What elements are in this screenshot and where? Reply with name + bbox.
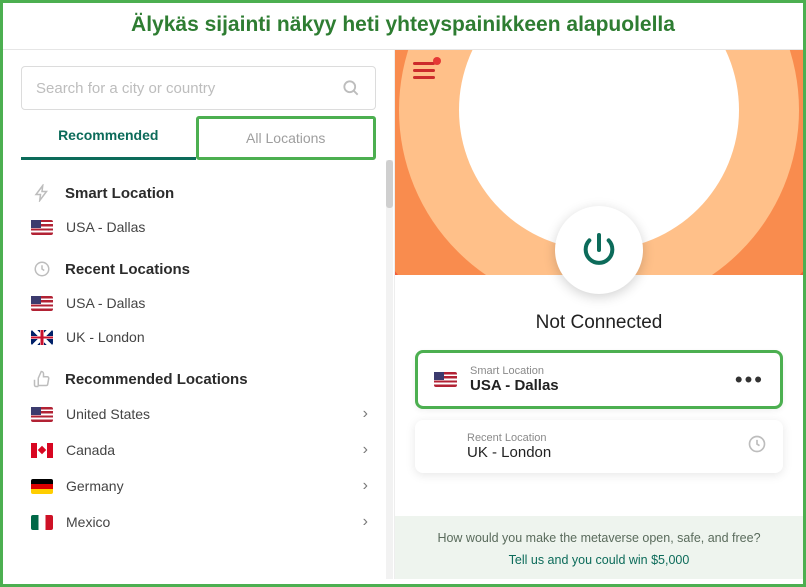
search-wrap [3, 50, 394, 116]
section-title-smart: Smart Location [65, 185, 174, 202]
section-title-recommended: Recommended Locations [65, 371, 248, 388]
recent-card-text: Recent Location UK - London [467, 432, 551, 461]
clock-icon [31, 258, 53, 280]
search-field[interactable] [21, 66, 376, 110]
promo-line1: How would you make the metaverse open, s… [417, 530, 781, 548]
chevron-right-icon: › [363, 441, 368, 459]
search-icon [341, 78, 361, 98]
smart-location-label: USA - Dallas [66, 219, 368, 235]
flag-us-icon [31, 296, 53, 311]
locations-list: Smart Location USA - Dallas Recent Locat… [3, 160, 394, 579]
thumb-up-icon [31, 368, 53, 390]
flag-us-icon [31, 220, 53, 235]
recommended-row-2[interactable]: Germany › [31, 468, 394, 504]
section-recent: Recent Locations [31, 244, 394, 286]
app-body: Recommended All Locations Smart Location… [3, 50, 803, 579]
section-title-recent: Recent Locations [65, 261, 190, 278]
chevron-right-icon: › [363, 405, 368, 423]
promo-link[interactable]: Tell us and you could win $5,000 [417, 553, 781, 567]
search-input[interactable] [36, 80, 341, 97]
flag-mx-icon [31, 515, 53, 530]
recommended-row-0[interactable]: United States › [31, 396, 394, 432]
recent-location-card[interactable]: Recent Location UK - London [415, 420, 783, 473]
recent-row-0[interactable]: USA - Dallas [31, 286, 394, 320]
flag-de-icon [31, 479, 53, 494]
flag-us-icon [434, 372, 457, 387]
recent-card-label: Recent Location [467, 432, 551, 444]
tabs: Recommended All Locations [3, 116, 394, 160]
clock-icon [747, 434, 767, 459]
notification-dot-icon [433, 57, 441, 65]
recent-label-1: UK - London [66, 329, 368, 345]
promo-banner: How would you make the metaverse open, s… [395, 516, 803, 580]
smart-card-label: Smart Location [470, 365, 559, 377]
more-options-button[interactable]: ••• [735, 375, 764, 385]
smart-location-row[interactable]: USA - Dallas [31, 210, 394, 244]
connection-status: Not Connected [395, 312, 803, 334]
recommended-label-2: Germany [66, 478, 350, 494]
recommended-label-1: Canada [66, 442, 350, 458]
flag-us-icon [31, 407, 53, 422]
tab-all-locations[interactable]: All Locations [196, 116, 377, 160]
recent-row-1[interactable]: UK - London [31, 320, 394, 354]
smart-location-card[interactable]: Smart Location USA - Dallas ••• [415, 350, 783, 409]
recent-card-value: UK - London [467, 444, 551, 461]
menu-button[interactable] [413, 62, 435, 79]
chevron-right-icon: › [363, 477, 368, 495]
recommended-label-3: Mexico [66, 514, 350, 530]
caption-text: Älykäs sijainti näkyy heti yhteyspainikk… [131, 13, 675, 36]
power-icon [579, 230, 619, 270]
caption-banner: Älykäs sijainti näkyy heti yhteyspainikk… [3, 3, 803, 50]
connection-panel: Not Connected Smart Location USA - Dalla… [395, 50, 803, 579]
recommended-row-3[interactable]: Mexico › [31, 504, 394, 540]
smart-card-value: USA - Dallas [470, 377, 559, 394]
chevron-right-icon: › [363, 513, 368, 531]
recommended-label-0: United States [66, 406, 350, 422]
connect-button[interactable] [555, 206, 643, 294]
locations-panel: Recommended All Locations Smart Location… [3, 50, 395, 579]
app-window: Älykäs sijainti näkyy heti yhteyspainikk… [0, 0, 806, 587]
tab-recommended[interactable]: Recommended [21, 116, 196, 160]
scrollbar-thumb[interactable] [386, 160, 393, 208]
recommended-row-1[interactable]: Canada › [31, 432, 394, 468]
recent-label-0: USA - Dallas [66, 295, 368, 311]
smart-card-text: Smart Location USA - Dallas [470, 365, 559, 394]
section-recommended: Recommended Locations [31, 354, 394, 396]
flag-ca-icon [31, 443, 53, 458]
section-smart-location: Smart Location [31, 168, 394, 210]
flag-uk-icon [31, 330, 53, 345]
scrollbar-track[interactable] [386, 160, 393, 579]
bolt-icon [31, 182, 53, 204]
